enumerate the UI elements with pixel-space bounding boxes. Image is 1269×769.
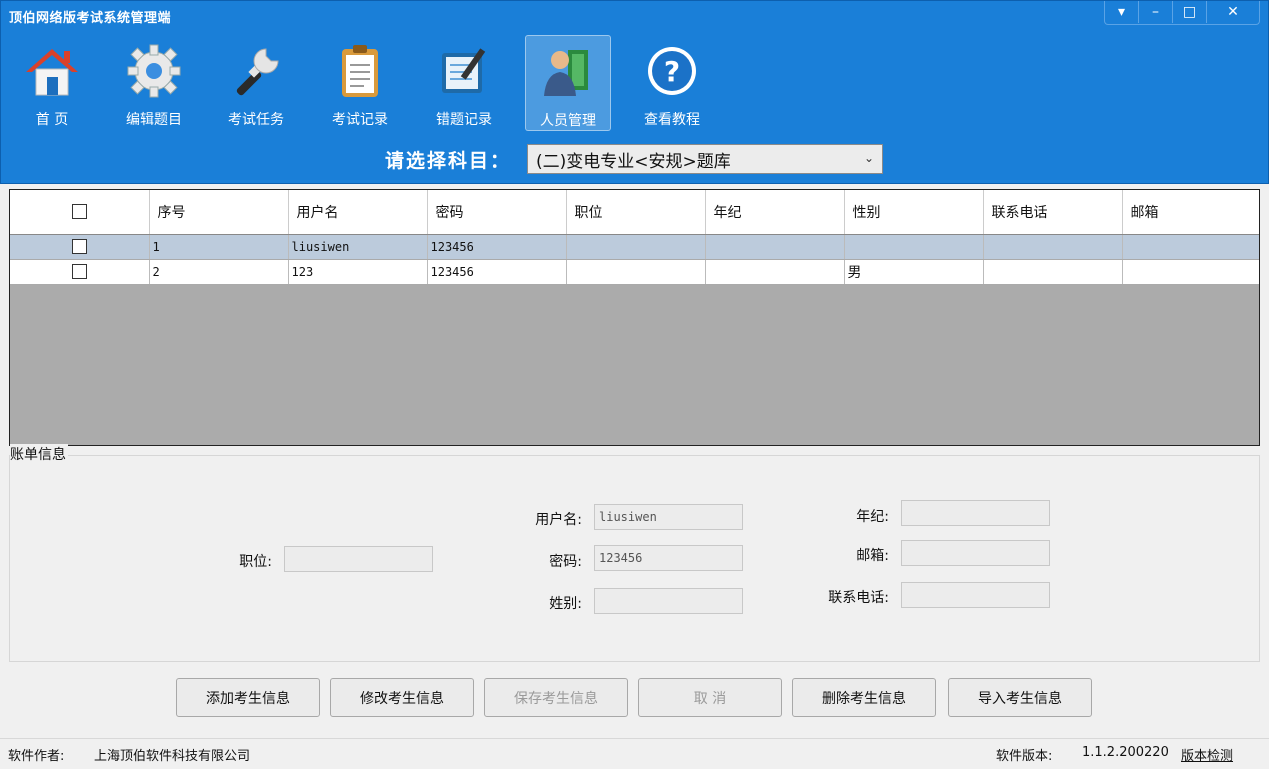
subject-selector: 请选择科目： (二)变电专业<安规>题库 ⌄ [385,144,884,174]
position-label: 职位: [239,554,272,570]
cell-phone[interactable] [983,259,1123,285]
save-examinee-button[interactable]: 保存考生信息 [484,678,628,717]
cell-email[interactable] [1122,234,1259,260]
import-examinee-button[interactable]: 导入考生信息 [948,678,1092,717]
svg-text:?: ? [664,55,680,88]
toolbar-exam-tasks[interactable]: 考试任务 [213,35,299,131]
cell-no[interactable]: 1 [149,234,289,260]
age-label: 年纪: [856,509,889,525]
password-label: 密码: [549,554,582,570]
home-icon [26,49,78,96]
dropdown-menu-button[interactable]: ▾ [1105,1,1139,23]
username-field[interactable]: liusiwen [594,504,743,530]
select-all-checkbox-cell[interactable] [10,190,150,235]
phone-field[interactable] [901,582,1050,608]
version-check-link[interactable]: 版本检测 [1181,745,1233,764]
column-header-phone[interactable]: 联系电话 [983,190,1123,235]
cell-no[interactable]: 2 [149,259,289,285]
toolbar-label: 考试记录 [332,112,388,128]
people-icon [544,50,588,96]
table-row[interactable]: 2 123 123456 男 [10,259,1259,285]
cell-password[interactable]: 123456 [427,259,567,285]
password-field[interactable]: 123456 [594,545,743,571]
username-label: 用户名: [535,512,582,528]
age-field[interactable] [901,500,1050,526]
main-toolbar: 首 页 编辑题目 考试任务 考试记录 错题记录 人员管理 ? 查看教程 [1,33,721,133]
cell-position[interactable] [566,234,706,260]
grid-header-row: 序号 用户名 密码 职位 年纪 性别 联系电话 邮箱 [10,190,1259,235]
toolbar-label: 首 页 [35,112,69,128]
cell-password[interactable]: 123456 [427,234,567,260]
toolbar-label: 编辑题目 [126,112,182,128]
toolbar-exam-records[interactable]: 考试记录 [317,35,403,131]
cell-email[interactable] [1122,259,1259,285]
cancel-button[interactable]: 取 消 [638,678,782,717]
chevron-down-icon: ⌄ [863,151,875,165]
version-value: 1.1.2.200220 [1082,745,1169,760]
toolbar-wrong-questions[interactable]: 错题记录 [421,35,507,131]
cell-position[interactable] [566,259,706,285]
cell-username[interactable]: 123 [288,259,428,285]
select-all-checkbox[interactable] [71,204,87,220]
gear-icon [127,44,181,98]
toolbar-view-tutorial[interactable]: ? 查看教程 [629,35,715,131]
clipboard-icon [342,45,378,97]
toolbar-label: 错题记录 [436,112,492,128]
row-checkbox[interactable] [71,239,87,254]
cell-phone[interactable] [983,234,1123,260]
column-header-email[interactable]: 邮箱 [1122,190,1259,235]
column-header-position[interactable]: 职位 [566,190,706,235]
modify-examinee-button[interactable]: 修改考生信息 [330,678,474,717]
table-row[interactable]: 1 liusiwen 123456 [10,234,1259,260]
phone-label: 联系电话: [828,590,889,606]
row-checkbox-cell[interactable] [10,234,150,260]
window-title: 顶伯网络版考试系统管理端 [9,11,172,26]
position-field[interactable] [284,546,433,572]
author-label: 软件作者: [8,749,65,764]
row-checkbox-cell[interactable] [10,259,150,285]
cell-age[interactable] [705,234,845,260]
email-field[interactable] [901,540,1050,566]
help-icon: ? [648,47,696,95]
notebook-icon [442,48,486,93]
wrench-icon [236,48,279,96]
close-button[interactable]: ✕ [1207,1,1259,23]
people-grid[interactable]: 序号 用户名 密码 职位 年纪 性别 联系电话 邮箱 1 liusiwen 12… [9,189,1260,446]
maximize-button[interactable]: □ [1173,1,1207,23]
toolbar-home[interactable]: 首 页 [9,35,95,131]
subject-dropdown[interactable]: (二)变电专业<安规>题库 ⌄ [527,144,884,174]
cell-username[interactable]: liusiwen [288,234,428,260]
toolbar-label: 人员管理 [540,113,596,129]
window-controls: ▾ – □ ✕ [1104,1,1260,25]
cell-sex[interactable] [844,234,984,260]
version-label: 软件版本: [996,749,1053,764]
subject-selected-value: (二)变电专业<安规>题库 [536,151,731,172]
add-examinee-button[interactable]: 添加考生信息 [176,678,320,717]
author-value: 上海顶伯软件科技有限公司 [94,749,251,764]
header-bar: 顶伯网络版考试系统管理端 ▾ – □ ✕ 首 页 编辑题目 考试任务 考试记录 … [0,0,1269,184]
toolbar-people-management[interactable]: 人员管理 [525,35,611,131]
column-header-username[interactable]: 用户名 [288,190,428,235]
delete-examinee-button[interactable]: 删除考生信息 [792,678,936,717]
toolbar-label: 考试任务 [228,112,284,128]
cell-age[interactable] [705,259,845,285]
status-bar: 软件作者: 上海顶伯软件科技有限公司 软件版本: 1.1.2.200220 版本… [0,738,1269,769]
minimize-button[interactable]: – [1139,1,1173,23]
subject-label: 请选择科目： [385,149,512,172]
column-header-age[interactable]: 年纪 [705,190,845,235]
account-info-group-label: 账单信息 [10,444,68,464]
toolbar-label: 查看教程 [644,112,700,128]
column-header-no[interactable]: 序号 [149,190,289,235]
column-header-sex[interactable]: 性别 [844,190,984,235]
cell-sex[interactable]: 男 [844,259,984,285]
column-header-password[interactable]: 密码 [427,190,567,235]
sex-label: 姓别: [549,596,582,612]
email-label: 邮箱: [856,548,889,564]
sex-field[interactable] [594,588,743,614]
toolbar-edit-questions[interactable]: 编辑题目 [111,35,197,131]
row-checkbox[interactable] [71,264,87,279]
